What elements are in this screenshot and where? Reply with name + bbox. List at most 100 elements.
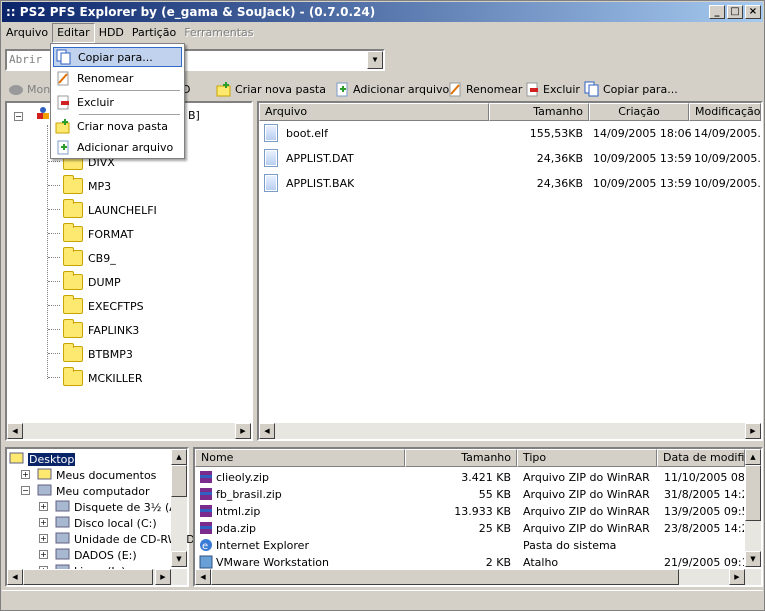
scroll-down-button[interactable]: ▼ bbox=[745, 551, 761, 567]
menu-item-new-folder[interactable]: Criar nova pasta bbox=[53, 116, 182, 136]
menu-item-rename[interactable]: Renomear bbox=[53, 68, 182, 88]
documents-icon bbox=[37, 467, 53, 483]
folder-label: FORMAT bbox=[88, 227, 134, 241]
tree-folder-item[interactable]: DUMP bbox=[63, 271, 121, 293]
local-file-row[interactable]: e Internet Explorer Pasta do sistema bbox=[195, 537, 743, 554]
tree-branch-line bbox=[48, 329, 60, 330]
menu-item-copy-to[interactable]: Copiar para... bbox=[53, 47, 182, 67]
file-row[interactable]: APPLIST.BAK 24,36KB 10/09/2005 13:59 10/… bbox=[259, 174, 761, 192]
cdrom-icon bbox=[55, 531, 71, 547]
internet-explorer-icon: e bbox=[199, 538, 215, 554]
local-list-vscroll[interactable]: ▲ ▼ bbox=[745, 449, 761, 567]
title-bar[interactable]: :: PS2 PFS Explorer by (e_gama & SouJack… bbox=[2, 2, 763, 22]
add-file-icon bbox=[334, 81, 350, 97]
close-button[interactable]: × bbox=[745, 5, 761, 19]
local-tree-pane[interactable]: Desktop + Meus documentos − Meu computad… bbox=[5, 447, 195, 587]
local-tree-item[interactable]: Disco local (C:) bbox=[55, 515, 157, 531]
local-tree-item[interactable]: Meu computador bbox=[37, 483, 149, 499]
local-file-row[interactable]: clieoly.zip 3.421 KB Arquivo ZIP do WinR… bbox=[195, 469, 744, 486]
scroll-left-button[interactable]: ◀ bbox=[7, 423, 23, 439]
local-tree-vscroll[interactable]: ▲ ▼ bbox=[171, 449, 187, 567]
address-dropdown-button[interactable]: ▼ bbox=[367, 51, 383, 69]
menu-bar: Arquivo Editar HDD Partição Ferramentas bbox=[2, 23, 763, 43]
tree-expand-toggle[interactable]: + bbox=[21, 470, 30, 479]
local-file-row[interactable]: fb_brasil.zip 55 KB Arquivo ZIP do WinRA… bbox=[195, 486, 744, 503]
tree-expand-toggle[interactable]: + bbox=[39, 550, 48, 559]
new-folder-button[interactable]: Criar nova pasta bbox=[216, 80, 326, 98]
hdd-file-list[interactable]: Arquivo Tamanho Criação Modificação boot… bbox=[257, 101, 763, 441]
tree-collapse-toggle[interactable]: − bbox=[14, 112, 23, 121]
local-tree-item[interactable]: Disquete de 3½ (A:) bbox=[55, 499, 185, 515]
tree-folder-item[interactable]: EXECFTPS bbox=[63, 295, 144, 317]
col-criacao[interactable]: Criação bbox=[589, 103, 689, 121]
scroll-left-button[interactable]: ◀ bbox=[7, 569, 23, 585]
file-row[interactable]: boot.elf 155,53KB 14/09/2005 18:06 14/09… bbox=[259, 124, 761, 142]
folder-label: MCKILLER bbox=[88, 371, 143, 385]
menu-item-add-file[interactable]: Adicionar arquivo bbox=[53, 137, 182, 157]
menu-item-delete[interactable]: Excluir bbox=[53, 92, 182, 112]
tree-scrollbar[interactable]: ◀ ▶ bbox=[7, 423, 251, 439]
scroll-thumb[interactable] bbox=[23, 569, 153, 585]
file-created: 14/09/2005 18:06 bbox=[593, 127, 692, 140]
scroll-right-button[interactable]: ▶ bbox=[235, 423, 251, 439]
local-file-row[interactable]: html.zip 13.933 KB Arquivo ZIP do WinRAR… bbox=[195, 503, 744, 520]
menu-arquivo[interactable]: Arquivo bbox=[2, 23, 52, 43]
file-list-scrollbar[interactable]: ◀ ▶ bbox=[259, 423, 761, 439]
tree-folder-item[interactable]: MP3 bbox=[63, 175, 111, 197]
file-size: 24,36KB bbox=[536, 177, 583, 190]
scroll-right-button[interactable]: ▶ bbox=[155, 569, 171, 585]
tree-collapse-toggle[interactable]: − bbox=[21, 486, 30, 495]
tree-folder-item[interactable]: FAPLINK3 bbox=[63, 319, 139, 341]
menu-hdd[interactable]: HDD bbox=[95, 23, 128, 43]
mount-button[interactable]: Mon bbox=[8, 80, 50, 98]
scroll-left-button[interactable]: ◀ bbox=[259, 423, 275, 439]
rename-button[interactable]: Renomear bbox=[447, 80, 522, 98]
tree-folder-item[interactable]: BTBMP3 bbox=[63, 343, 133, 365]
tree-expand-toggle[interactable]: + bbox=[39, 534, 48, 543]
menu-ferramentas[interactable]: Ferramentas bbox=[180, 23, 257, 43]
menu-editar[interactable]: Editar bbox=[52, 23, 95, 43]
add-file-button[interactable]: Adicionar arquivo bbox=[334, 80, 449, 98]
local-tree-hscroll[interactable]: ◀ ▶ bbox=[7, 569, 187, 585]
scroll-right-button[interactable]: ▶ bbox=[729, 569, 745, 585]
scroll-right-button[interactable]: ▶ bbox=[745, 423, 761, 439]
local-tree-item[interactable]: DADOS (E:) bbox=[55, 547, 137, 563]
file-row[interactable]: APPLIST.DAT 24,36KB 10/09/2005 13:59 10/… bbox=[259, 149, 761, 167]
tree-branch-line bbox=[48, 281, 60, 282]
tree-folder-item[interactable]: CB9_ bbox=[63, 247, 116, 269]
tree-folder-item[interactable]: LAUNCHELFI bbox=[63, 199, 157, 221]
tree-folder-item[interactable]: FORMAT bbox=[63, 223, 134, 245]
col-data[interactable]: Data de modifica bbox=[657, 449, 745, 467]
tree-root-label[interactable]: B] bbox=[188, 109, 200, 122]
local-list-hscroll[interactable]: ◀ ▶ bbox=[195, 569, 761, 585]
col-tipo[interactable]: Tipo bbox=[517, 449, 657, 467]
scroll-thumb[interactable] bbox=[211, 569, 679, 585]
scroll-left-button[interactable]: ◀ bbox=[195, 569, 211, 585]
local-file-list[interactable]: Nome Tamanho Tipo Data de modifica clieo… bbox=[193, 447, 763, 587]
menu-item-label: Renomear bbox=[77, 71, 134, 85]
col-arquivo[interactable]: Arquivo bbox=[259, 103, 489, 121]
local-tree-item[interactable]: Desktop bbox=[9, 451, 77, 467]
tree-folder-item[interactable]: MCKILLER bbox=[63, 367, 142, 389]
col-tamanho[interactable]: Tamanho bbox=[489, 103, 589, 121]
local-file-row[interactable]: pda.zip 25 KB Arquivo ZIP do WinRAR 23/8… bbox=[195, 520, 744, 537]
scroll-thumb[interactable] bbox=[745, 465, 761, 521]
local-tree-item[interactable]: Meus documentos bbox=[37, 467, 156, 483]
scroll-up-button[interactable]: ▲ bbox=[171, 449, 187, 465]
copy-to-button[interactable]: Copiar para... bbox=[584, 80, 678, 98]
col-modificacao[interactable]: Modificação bbox=[689, 103, 761, 121]
scroll-down-button[interactable]: ▼ bbox=[171, 551, 187, 567]
col-tamanho-local[interactable]: Tamanho bbox=[405, 449, 517, 467]
scroll-thumb[interactable] bbox=[171, 465, 187, 497]
tree-branch-line bbox=[48, 209, 60, 210]
menu-particao[interactable]: Partição bbox=[128, 23, 180, 43]
minimize-button[interactable]: _ bbox=[709, 5, 725, 19]
winrar-zip-icon bbox=[199, 521, 215, 537]
delete-button[interactable]: Excluir bbox=[524, 80, 580, 98]
tree-expand-toggle[interactable]: + bbox=[39, 518, 48, 527]
tree-expand-toggle[interactable]: + bbox=[39, 502, 48, 511]
maximize-button[interactable]: □ bbox=[727, 5, 743, 19]
col-nome[interactable]: Nome bbox=[195, 449, 405, 467]
file-name: APPLIST.BAK bbox=[286, 177, 355, 190]
scroll-up-button[interactable]: ▲ bbox=[745, 449, 761, 465]
